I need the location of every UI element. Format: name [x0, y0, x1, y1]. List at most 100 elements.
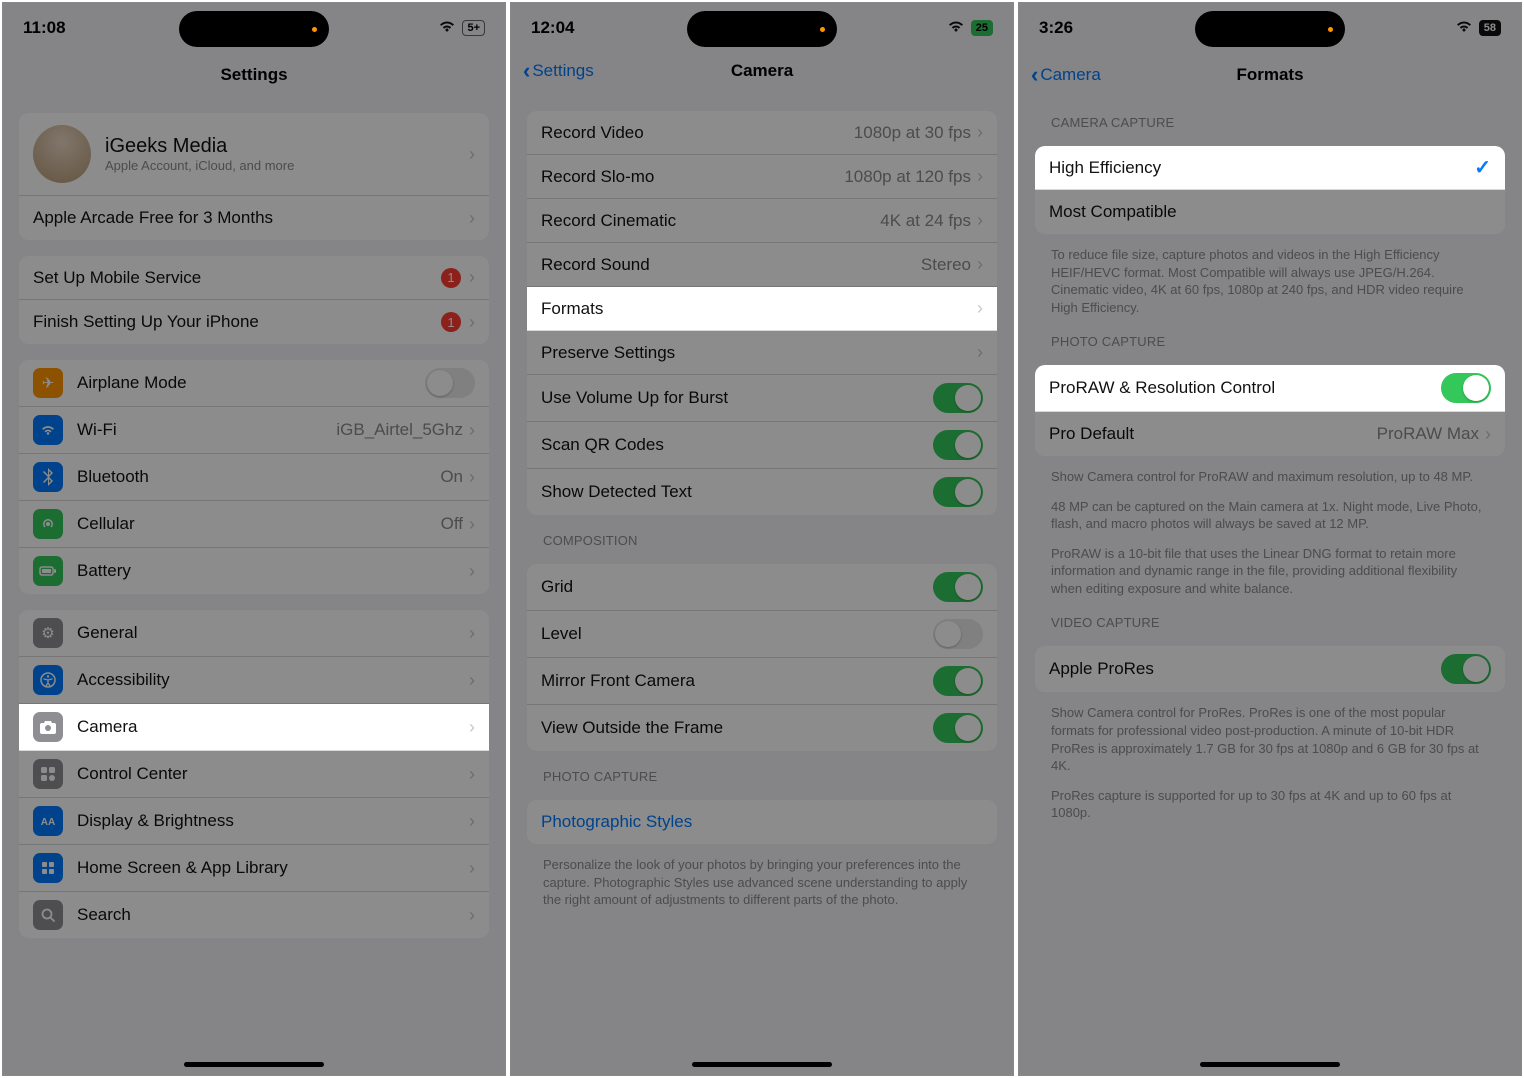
dynamic-island	[1195, 11, 1345, 47]
status-time: 11:08	[23, 18, 66, 38]
chevron-right-icon: ›	[977, 166, 983, 187]
scan-qr-switch[interactable]	[933, 430, 983, 460]
level-row[interactable]: Level	[527, 611, 997, 658]
dynamic-island	[179, 11, 329, 47]
prores-switch[interactable]	[1441, 654, 1491, 684]
grid-row[interactable]: Grid	[527, 564, 997, 611]
chevron-right-icon: ›	[977, 210, 983, 231]
record-cinematic-row[interactable]: Record Cinematic 4K at 24 fps ›	[527, 199, 997, 243]
gear-icon: ⚙︎	[33, 618, 63, 648]
chevron-right-icon: ›	[469, 467, 475, 488]
home-indicator[interactable]	[184, 1062, 324, 1067]
chevron-right-icon: ›	[469, 858, 475, 879]
wifi-row[interactable]: Wi-Fi iGB_Airtel_5Ghz ›	[19, 407, 489, 454]
dynamic-island	[687, 11, 837, 47]
view-outside-switch[interactable]	[933, 713, 983, 743]
chevron-right-icon: ›	[469, 514, 475, 535]
svg-text:AA: AA	[41, 817, 55, 828]
cellular-row[interactable]: Cellular Off ›	[19, 501, 489, 548]
proraw-switch[interactable]	[1441, 373, 1491, 403]
status-bar: 11:08 5+	[3, 3, 505, 53]
chevron-right-icon: ›	[977, 298, 983, 319]
control-center-row[interactable]: Control Center ›	[19, 751, 489, 798]
general-row[interactable]: ⚙︎ General ›	[19, 610, 489, 657]
search-row[interactable]: Search ›	[19, 892, 489, 938]
wifi-icon	[33, 415, 63, 445]
nav-bar: Settings	[3, 53, 505, 97]
wifi-icon	[1455, 19, 1473, 38]
airplane-switch[interactable]	[425, 368, 475, 398]
pro-default-row[interactable]: Pro Default ProRAW Max ›	[1035, 412, 1505, 456]
scan-qr-row[interactable]: Scan QR Codes	[527, 422, 997, 469]
finish-setup-row[interactable]: Finish Setting Up Your iPhone 1 ›	[19, 300, 489, 344]
avatar	[33, 125, 91, 183]
page-title: Formats	[1236, 65, 1303, 85]
chevron-right-icon: ›	[469, 208, 475, 229]
notification-badge: 1	[441, 312, 461, 332]
proraw-footer-2: 48 MP can be captured on the Main camera…	[1051, 498, 1489, 533]
volume-burst-row[interactable]: Use Volume Up for Burst	[527, 375, 997, 422]
nav-bar: ‹ Camera Formats	[1019, 53, 1521, 97]
record-sound-row[interactable]: Record Sound Stereo ›	[527, 243, 997, 287]
mirror-row[interactable]: Mirror Front Camera	[527, 658, 997, 705]
chevron-right-icon: ›	[469, 420, 475, 441]
apple-arcade-row[interactable]: Apple Arcade Free for 3 Months ›	[19, 196, 489, 240]
battery-indicator: 58	[1479, 20, 1501, 36]
video-capture-header: VIDEO CAPTURE	[1051, 615, 1489, 630]
proraw-footer-3: ProRAW is a 10-bit file that uses the Li…	[1051, 545, 1489, 598]
airplane-row[interactable]: ✈︎ Airplane Mode	[19, 360, 489, 407]
back-button[interactable]: ‹ Settings	[523, 58, 594, 84]
battery-row[interactable]: Battery ›	[19, 548, 489, 594]
chevron-right-icon: ›	[1485, 424, 1491, 445]
chevron-right-icon: ›	[469, 312, 475, 333]
record-slomo-row[interactable]: Record Slo-mo 1080p at 120 fps ›	[527, 155, 997, 199]
record-video-row[interactable]: Record Video 1080p at 30 fps ›	[527, 111, 997, 155]
photo-capture-header: PHOTO CAPTURE	[543, 769, 981, 784]
setup-mobile-row[interactable]: Set Up Mobile Service 1 ›	[19, 256, 489, 300]
view-outside-row[interactable]: View Outside the Frame	[527, 705, 997, 751]
proraw-footer-1: Show Camera control for ProRAW and maxim…	[1051, 468, 1489, 486]
grid-switch[interactable]	[933, 572, 983, 602]
level-switch[interactable]	[933, 619, 983, 649]
photographic-styles-row[interactable]: Photographic Styles	[527, 800, 997, 844]
phone-settings: 11:08 5+ Settings iGeeks Media Apple Acc…	[2, 2, 506, 1076]
proraw-row[interactable]: ProRAW & Resolution Control	[1035, 365, 1505, 412]
prores-row[interactable]: Apple ProRes	[1035, 646, 1505, 692]
home-screen-icon	[33, 853, 63, 883]
formats-row[interactable]: Formats ›	[527, 287, 997, 331]
back-button[interactable]: ‹ Camera	[1031, 62, 1101, 88]
phone-camera: 12:04 25 ‹ Settings Camera Record Video …	[510, 2, 1014, 1076]
home-indicator[interactable]	[692, 1062, 832, 1067]
chevron-right-icon: ›	[469, 764, 475, 785]
chevron-right-icon: ›	[469, 144, 475, 165]
preserve-settings-row[interactable]: Preserve Settings ›	[527, 331, 997, 375]
chevron-right-icon: ›	[977, 342, 983, 363]
detected-text-row[interactable]: Show Detected Text	[527, 469, 997, 515]
chevron-right-icon: ›	[469, 811, 475, 832]
bluetooth-row[interactable]: Bluetooth On ›	[19, 454, 489, 501]
profile-row[interactable]: iGeeks Media Apple Account, iCloud, and …	[19, 113, 489, 196]
accessibility-row[interactable]: Accessibility ›	[19, 657, 489, 704]
mirror-switch[interactable]	[933, 666, 983, 696]
camera-row[interactable]: Camera ›	[19, 704, 489, 751]
high-efficiency-row[interactable]: High Efficiency ✓	[1035, 146, 1505, 190]
home-indicator[interactable]	[1200, 1062, 1340, 1067]
display-row[interactable]: AA Display & Brightness ›	[19, 798, 489, 845]
chevron-right-icon: ›	[469, 670, 475, 691]
photo-styles-footer: Personalize the look of your photos by b…	[543, 856, 981, 909]
camera-icon	[33, 712, 63, 742]
chevron-right-icon: ›	[469, 561, 475, 582]
accessibility-icon	[33, 665, 63, 695]
camera-capture-header: CAMERA CAPTURE	[1051, 115, 1489, 130]
prores-footer-1: Show Camera control for ProRes. ProRes i…	[1051, 704, 1489, 774]
detected-text-switch[interactable]	[933, 477, 983, 507]
home-screen-row[interactable]: Home Screen & App Library ›	[19, 845, 489, 892]
nav-bar: ‹ Settings Camera	[511, 49, 1013, 93]
volume-burst-switch[interactable]	[933, 383, 983, 413]
phone-formats: 3:26 58 ‹ Camera Formats CAMERA CAPTURE …	[1018, 2, 1522, 1076]
notification-badge: 1	[441, 268, 461, 288]
composition-header: COMPOSITION	[543, 533, 981, 548]
most-compatible-row[interactable]: Most Compatible	[1035, 190, 1505, 234]
status-time: 3:26	[1039, 18, 1073, 38]
control-center-icon	[33, 759, 63, 789]
